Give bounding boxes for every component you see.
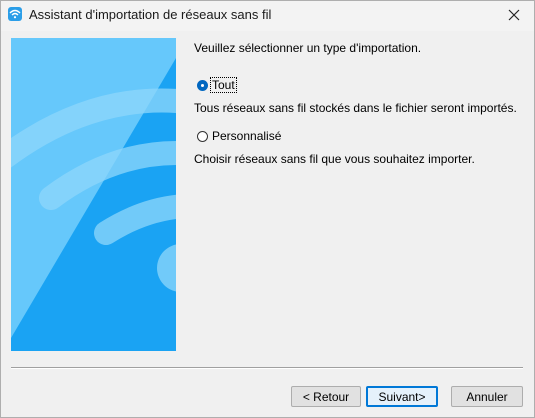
option-custom-description: Choisir réseaux sans fil que vous souhai… [194, 152, 475, 166]
wifi-banner-image [11, 38, 176, 351]
option-all-label[interactable]: Tout [210, 77, 237, 93]
import-type-prompt: Veuillez sélectionner un type d'importat… [194, 41, 422, 55]
option-all-description: Tous réseaux sans fil stockés dans le fi… [194, 101, 517, 115]
option-custom-radio[interactable]: Personnalisé [197, 129, 282, 143]
close-icon [508, 9, 520, 21]
back-button[interactable]: < Retour [291, 386, 361, 407]
option-all-radio[interactable]: Tout [197, 77, 237, 93]
title-bar[interactable]: Assistant d'importation de réseaux sans … [1, 1, 534, 31]
option-custom-label[interactable]: Personnalisé [211, 129, 282, 143]
next-button[interactable]: Suivant> [366, 386, 438, 407]
wifi-signal-illustration [11, 38, 176, 351]
radio-unchecked-icon[interactable] [197, 130, 208, 142]
radio-checked-icon[interactable] [197, 79, 208, 91]
wifi-app-icon [8, 7, 22, 21]
window-title: Assistant d'importation de réseaux sans … [29, 7, 272, 22]
cancel-button[interactable]: Annuler [451, 386, 523, 407]
footer-divider [11, 367, 523, 369]
import-wizard-window: Assistant d'importation de réseaux sans … [0, 0, 535, 418]
close-button[interactable] [494, 1, 534, 29]
